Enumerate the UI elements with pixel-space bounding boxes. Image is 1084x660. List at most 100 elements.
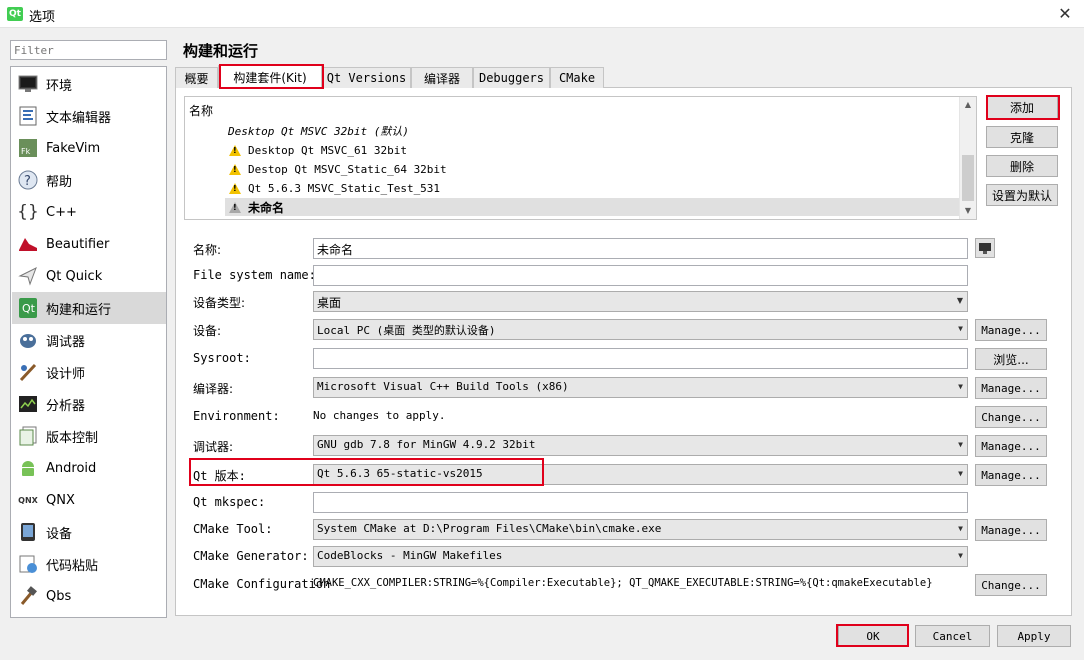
build-run-icon: Qt xyxy=(17,297,39,319)
cmake-tool-value: System CMake at D:\Program Files\CMake\b… xyxy=(317,522,662,535)
tab-qt-versions[interactable]: Qt Versions xyxy=(322,67,411,88)
manage-cmake-tool-button[interactable]: Manage... xyxy=(975,519,1047,541)
cmake-generator-label: CMake Generator: xyxy=(193,549,309,563)
qbs-icon xyxy=(17,585,39,607)
manage-debugger-button[interactable]: Manage... xyxy=(975,435,1047,457)
compiler-combo[interactable]: Microsoft Visual C++ Build Tools (x86) ▼ xyxy=(313,377,968,398)
category-list: 环境 文本编辑器 Fk FakeVim ? 帮助 {} C++ Beautifi… xyxy=(10,66,167,618)
close-icon[interactable]: ✕ xyxy=(1054,4,1076,24)
manage-compiler-button[interactable]: Manage... xyxy=(975,377,1047,399)
device-value: Local PC (桌面 类型的默认设备) xyxy=(317,324,496,337)
kit-name-field[interactable]: 未命名 xyxy=(313,238,968,259)
sidebar-item-android[interactable]: Android xyxy=(12,452,166,484)
qt-app-icon: Qt xyxy=(7,7,23,21)
chevron-down-icon: ▼ xyxy=(958,324,963,333)
delete-kit-button[interactable]: 删除 xyxy=(986,155,1058,177)
scrollbar-thumb[interactable] xyxy=(962,155,974,201)
scroll-down-icon[interactable]: ▼ xyxy=(960,203,976,219)
cmake-generator-combo[interactable]: CodeBlocks - MinGW Makefiles ▼ xyxy=(313,546,968,567)
page-title: 构建和运行 xyxy=(183,42,259,60)
sidebar-item-qt-quick[interactable]: Qt Quick xyxy=(12,260,166,292)
device-type-combo[interactable]: 桌面 ▼ xyxy=(313,291,968,312)
scroll-up-icon[interactable]: ▲ xyxy=(960,97,976,113)
sidebar-item-analyzer[interactable]: 分析器 xyxy=(12,388,166,420)
sidebar-item-designer[interactable]: 设计师 xyxy=(12,356,166,388)
sidebar-item-label: 设备 xyxy=(46,526,73,542)
sysroot-field[interactable] xyxy=(313,348,968,369)
debugger-combo[interactable]: GNU gdb 7.8 for MinGW 4.9.2 32bit ▼ xyxy=(313,435,968,456)
sidebar-item-debugger[interactable]: 调试器 xyxy=(12,324,166,356)
sidebar-item-label: 环境 xyxy=(46,78,73,94)
sidebar-item-code-paste[interactable]: 代码粘贴 xyxy=(12,548,166,580)
manage-qt-version-button[interactable]: Manage... xyxy=(975,464,1047,486)
device-combo[interactable]: Local PC (桌面 类型的默认设备) ▼ xyxy=(313,319,968,340)
sidebar-item-label: FakeVim xyxy=(46,140,101,156)
title-bar: Qt 选项 ✕ xyxy=(0,0,1084,28)
warning-icon xyxy=(229,163,241,175)
svg-text:?: ? xyxy=(24,174,31,189)
version-control-icon xyxy=(17,425,39,447)
apply-button[interactable]: Apply xyxy=(997,625,1071,647)
sidebar-item-qbs[interactable]: Qbs xyxy=(12,580,166,612)
manage-device-button[interactable]: Manage... xyxy=(975,319,1047,341)
tab-cmake[interactable]: CMake xyxy=(550,67,604,88)
monitor-icon[interactable] xyxy=(975,238,995,258)
sidebar-item-label: 版本控制 xyxy=(46,430,99,446)
fakevim-icon: Fk xyxy=(17,137,39,159)
kit-list[interactable]: 名称 Desktop Qt MSVC 32bit (默认) Desktop Qt… xyxy=(184,96,977,220)
browse-sysroot-button[interactable]: 浏览... xyxy=(975,348,1047,370)
qt-version-combo[interactable]: Qt 5.6.3 65-static-vs2015 ▼ xyxy=(313,464,968,485)
warning-icon xyxy=(229,201,241,213)
kit-row[interactable]: Desktop Qt MSVC_61 32bit xyxy=(225,141,960,159)
tab-overview[interactable]: 概要 xyxy=(175,67,218,88)
cancel-button[interactable]: Cancel xyxy=(915,625,990,647)
clone-kit-button[interactable]: 克隆 xyxy=(986,126,1058,148)
kit-row[interactable]: Qt 5.6.3 MSVC_Static_Test_531 xyxy=(225,179,960,197)
device-label: 设备: xyxy=(193,324,222,338)
sidebar-item-label: 帮助 xyxy=(46,174,73,190)
set-default-kit-button[interactable]: 设置为默认 xyxy=(986,184,1058,206)
sidebar-item-label: C++ xyxy=(46,204,77,220)
ok-button[interactable]: OK xyxy=(838,625,908,647)
tab-compilers[interactable]: 编译器 xyxy=(411,67,473,88)
compiler-value: Microsoft Visual C++ Build Tools (x86) xyxy=(317,380,569,393)
sidebar-item-version-control[interactable]: 版本控制 xyxy=(12,420,166,452)
sidebar-item-label: 代码粘贴 xyxy=(46,558,99,574)
monitor-icon xyxy=(17,73,39,95)
window-title: 选项 xyxy=(29,10,56,25)
cmake-tool-combo[interactable]: System CMake at D:\Program Files\CMake\b… xyxy=(313,519,968,540)
sidebar-item-build-run[interactable]: Qt 构建和运行 xyxy=(12,292,166,324)
sidebar-item-cpp[interactable]: {} C++ xyxy=(12,196,166,228)
sidebar-item-fakevim[interactable]: Fk FakeVim xyxy=(12,132,166,164)
chevron-down-icon: ▼ xyxy=(958,440,963,449)
kit-row[interactable]: Destop Qt MSVC_Static_64 32bit xyxy=(225,160,960,178)
chevron-down-icon: ▼ xyxy=(958,382,963,391)
change-environment-button[interactable]: Change... xyxy=(975,406,1047,428)
change-cmake-configuration-button[interactable]: Change... xyxy=(975,574,1047,596)
file-system-name-label: File system name: xyxy=(193,268,316,282)
device-type-label: 设备类型: xyxy=(193,296,246,310)
sidebar-item-label: 文本编辑器 xyxy=(46,110,112,126)
file-system-name-field[interactable] xyxy=(313,265,968,286)
warning-icon xyxy=(229,144,241,156)
tab-debuggers[interactable]: Debuggers xyxy=(473,67,550,88)
add-kit-button[interactable]: 添加 xyxy=(986,96,1058,119)
sidebar-item-device[interactable]: 设备 xyxy=(12,516,166,548)
cmake-generator-value: CodeBlocks - MinGW Makefiles xyxy=(317,549,503,562)
warning-icon xyxy=(229,182,241,194)
svg-text:Fk: Fk xyxy=(21,147,31,156)
sidebar-item-text-editor[interactable]: 文本编辑器 xyxy=(12,100,166,132)
qt-version-label: Qt 版本: xyxy=(193,469,246,483)
sidebar-item-label: 设计师 xyxy=(46,366,86,382)
sidebar-item-environment[interactable]: 环境 xyxy=(12,68,166,100)
sidebar-item-beautifier[interactable]: Beautifier xyxy=(12,228,166,260)
sidebar-item-help[interactable]: ? 帮助 xyxy=(12,164,166,196)
tab-kits[interactable]: 构建套件(Kit) xyxy=(218,65,322,88)
sidebar-item-label: Qt Quick xyxy=(46,268,103,284)
environment-label: Environment: xyxy=(193,409,280,423)
sidebar-item-qnx[interactable]: QNX QNX xyxy=(12,484,166,516)
kit-list-scrollbar[interactable]: ▲ ▼ xyxy=(959,97,976,219)
filter-input[interactable] xyxy=(10,40,167,60)
qt-mkspec-field[interactable] xyxy=(313,492,968,513)
kit-row-selected[interactable]: 未命名 xyxy=(225,198,960,216)
